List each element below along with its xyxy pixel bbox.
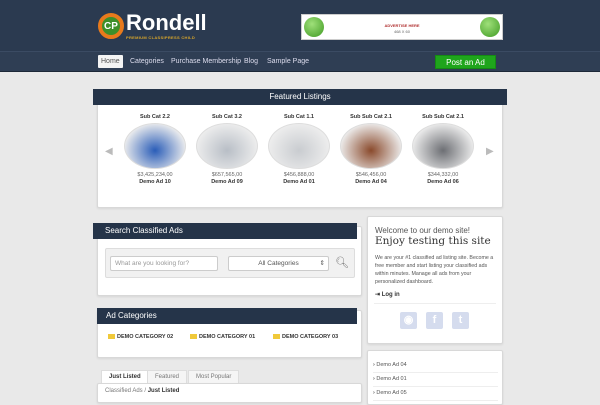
listing-price: $344,332,00: [427, 172, 459, 178]
chevron-right-icon: ›: [373, 376, 375, 382]
search-input[interactable]: What are you looking for?: [110, 256, 218, 271]
listing-category: Sub Cat 1.1: [284, 114, 314, 120]
category-link[interactable]: DEMO CATEGORY 02: [108, 334, 173, 340]
breadcrumb: Classified Ads / Just Listed: [105, 388, 179, 394]
tab-featured[interactable]: Featured: [147, 370, 188, 383]
breadcrumb-root[interactable]: Classified Ads: [105, 388, 143, 394]
featured-listing[interactable]: Sub Sub Cat 2.1 $546,456,00 Demo Ad 04: [338, 114, 404, 185]
listing-name[interactable]: Demo Ad 06: [410, 179, 476, 185]
welcome-body: We are your #1 classified ad listing sit…: [375, 255, 494, 285]
chevron-right-icon: ›: [373, 362, 375, 368]
listing-category: Sub Sub Cat 2.1: [422, 114, 464, 120]
listing-name[interactable]: Demo Ad 09: [194, 179, 260, 185]
recent-ad-link[interactable]: › Demo Ad 01: [373, 376, 498, 387]
listing-image[interactable]: [340, 123, 402, 169]
banner-size: 468 X 60: [393, 29, 410, 34]
smiley-icon: [480, 17, 500, 37]
folder-icon: [108, 334, 115, 340]
category-link[interactable]: DEMO CATEGORY 03: [273, 334, 338, 340]
category-label: DEMO CATEGORY 01: [199, 334, 256, 340]
categories-title: Ad Categories: [97, 308, 357, 324]
featured-listing[interactable]: Sub Cat 3.2 $657,565,00 Demo Ad 09: [194, 114, 260, 185]
featured-listing[interactable]: Sub Cat 2.2 $3,425,234,00 Demo Ad 10: [122, 114, 188, 185]
listing-price: $657,565,00: [211, 172, 243, 178]
logo-icon[interactable]: CP: [98, 13, 124, 39]
twitter-icon[interactable]: t: [452, 312, 469, 329]
listing-category: Sub Cat 3.2: [212, 114, 242, 120]
listing-name[interactable]: Demo Ad 04: [338, 179, 404, 185]
listing-price: $546,456,00: [355, 172, 387, 178]
listing-image[interactable]: [268, 123, 330, 169]
post-ad-button[interactable]: Post an Ad: [435, 55, 496, 69]
listing-price: $456,888,00: [283, 172, 315, 178]
divider: [374, 303, 496, 304]
nav-purchase-membership[interactable]: Purchase Membership: [168, 55, 244, 68]
listing-category: Sub Sub Cat 2.1: [350, 114, 392, 120]
facebook-icon[interactable]: f: [426, 312, 443, 329]
login-icon: ⇥: [375, 292, 382, 298]
chevron-right-icon: ›: [373, 390, 375, 396]
prev-arrow-icon[interactable]: ◀: [105, 146, 113, 157]
nav-home[interactable]: Home: [98, 55, 123, 68]
category-select[interactable]: All Categories ⇕: [228, 256, 329, 271]
folder-icon: [273, 334, 280, 340]
listing-image[interactable]: [412, 123, 474, 169]
listing-name[interactable]: Demo Ad 10: [122, 179, 188, 185]
tab-most-popular[interactable]: Most Popular: [188, 370, 240, 383]
folder-icon: [190, 334, 197, 340]
breadcrumb-current: Just Listed: [147, 388, 180, 394]
featured-listing[interactable]: Sub Cat 1.1 $456,888,00 Demo Ad 01: [266, 114, 332, 185]
login-link[interactable]: ⇥ Log in: [375, 291, 400, 298]
recent-ad-link[interactable]: › Demo Ad 05: [373, 390, 498, 401]
next-arrow-icon[interactable]: ▶: [486, 146, 494, 157]
nav-blog[interactable]: Blog: [241, 55, 261, 68]
category-select-value: All Categories: [258, 260, 299, 267]
site-header: [0, 0, 600, 51]
category-label: DEMO CATEGORY 02: [117, 334, 174, 340]
tab-just-listed[interactable]: Just Listed: [101, 370, 149, 383]
featured-listing[interactable]: Sub Sub Cat 2.1 $344,332,00 Demo Ad 06: [410, 114, 476, 185]
listing-price: $3,425,234,00: [137, 172, 173, 178]
recent-ad-label: Demo Ad 05: [376, 390, 407, 396]
listing-name[interactable]: Demo Ad 01: [266, 179, 332, 185]
featured-title: Featured Listings: [93, 89, 507, 105]
listing-image[interactable]: [124, 123, 186, 169]
recent-ad-label: Demo Ad 01: [376, 376, 407, 382]
logo-title[interactable]: Rondell: [126, 10, 207, 36]
recent-ad-link[interactable]: › Demo Ad 04: [373, 362, 498, 373]
category-label: DEMO CATEGORY 03: [282, 334, 339, 340]
nav-sample-page[interactable]: Sample Page: [264, 55, 312, 68]
banner-text: ADVERTISE HERE: [384, 23, 420, 28]
rss-icon[interactable]: ◉: [400, 312, 417, 329]
login-label: Log in: [381, 292, 400, 298]
listing-image[interactable]: [196, 123, 258, 169]
logo-subtitle: PREMIUM CLASSIPRESS CHILD: [126, 35, 196, 40]
category-link[interactable]: DEMO CATEGORY 01: [190, 334, 255, 340]
chevron-down-icon: ⇕: [319, 260, 325, 267]
welcome-heading: Enjoy testing this site: [375, 235, 491, 247]
recent-ad-label: Demo Ad 04: [376, 362, 407, 368]
listing-category: Sub Cat 2.2: [140, 114, 170, 120]
ad-banner[interactable]: ADVERTISE HERE 468 X 60: [301, 14, 503, 40]
search-icon[interactable]: 🔍︎: [335, 256, 349, 269]
nav-categories[interactable]: Categories: [127, 55, 167, 68]
welcome-text: Welcome to our demo site!: [375, 226, 471, 235]
search-title: Search Classified Ads: [93, 223, 357, 239]
